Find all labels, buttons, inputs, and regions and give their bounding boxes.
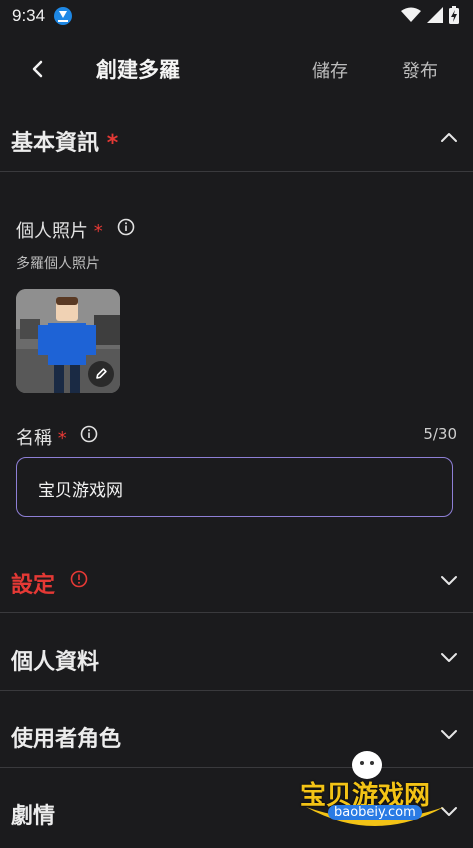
error-icon xyxy=(70,570,88,588)
publish-button[interactable]: 發布 xyxy=(402,57,438,83)
section-settings-header[interactable]: 設定 xyxy=(0,545,473,615)
section-story-label: 劇情 xyxy=(11,804,56,829)
edit-pencil-icon xyxy=(96,368,107,379)
status-bar: 9:34 xyxy=(0,0,473,32)
chevron-down-icon[interactable] xyxy=(439,570,459,590)
chevron-down-icon[interactable] xyxy=(439,647,459,667)
name-char-counter: 5/30 xyxy=(423,425,457,443)
save-button[interactable]: 儲存 xyxy=(312,57,348,83)
section-user-role-label: 使用者角色 xyxy=(11,727,122,752)
signal-icon xyxy=(427,7,443,23)
chevron-down-icon[interactable] xyxy=(439,724,459,744)
name-input-value: 宝贝游戏网 xyxy=(38,481,123,501)
info-icon[interactable] xyxy=(80,425,98,443)
name-input[interactable]: 宝贝游戏网 xyxy=(16,457,453,517)
required-mark: * xyxy=(106,131,119,156)
page-title: 創建多羅 xyxy=(96,58,180,82)
divider xyxy=(0,612,473,613)
status-time: 9:34 xyxy=(12,6,46,25)
divider xyxy=(0,171,473,172)
watermark-logo: 宝贝游戏网 baobeiy.com xyxy=(300,745,450,835)
status-icons xyxy=(401,6,459,24)
name-label: 名稱 * xyxy=(16,428,67,449)
section-basic-info-header[interactable]: 基本資訊 * xyxy=(0,103,473,173)
back-icon[interactable] xyxy=(24,55,52,83)
photo-label: 個人照片 * xyxy=(16,221,103,242)
section-profile-header[interactable]: 個人資料 xyxy=(0,623,473,693)
info-icon[interactable] xyxy=(117,218,135,236)
wifi-icon xyxy=(401,7,421,22)
edit-photo-button[interactable] xyxy=(88,361,114,387)
section-profile-label: 個人資料 xyxy=(11,650,100,675)
section-basic-info-label: 基本資訊 * xyxy=(11,131,119,156)
required-mark: * xyxy=(93,221,103,242)
section-settings-label: 設定 xyxy=(11,573,56,598)
photo-sublabel: 多羅個人照片 xyxy=(16,256,100,272)
chevron-up-icon[interactable] xyxy=(439,128,459,148)
download-icon xyxy=(54,7,72,25)
app-bar: 創建多羅 儲存 發布 xyxy=(0,40,473,96)
watermark-url: baobeiy.com xyxy=(328,805,422,820)
divider xyxy=(0,690,473,691)
required-mark: * xyxy=(57,428,67,449)
battery-charging-icon xyxy=(449,6,459,24)
